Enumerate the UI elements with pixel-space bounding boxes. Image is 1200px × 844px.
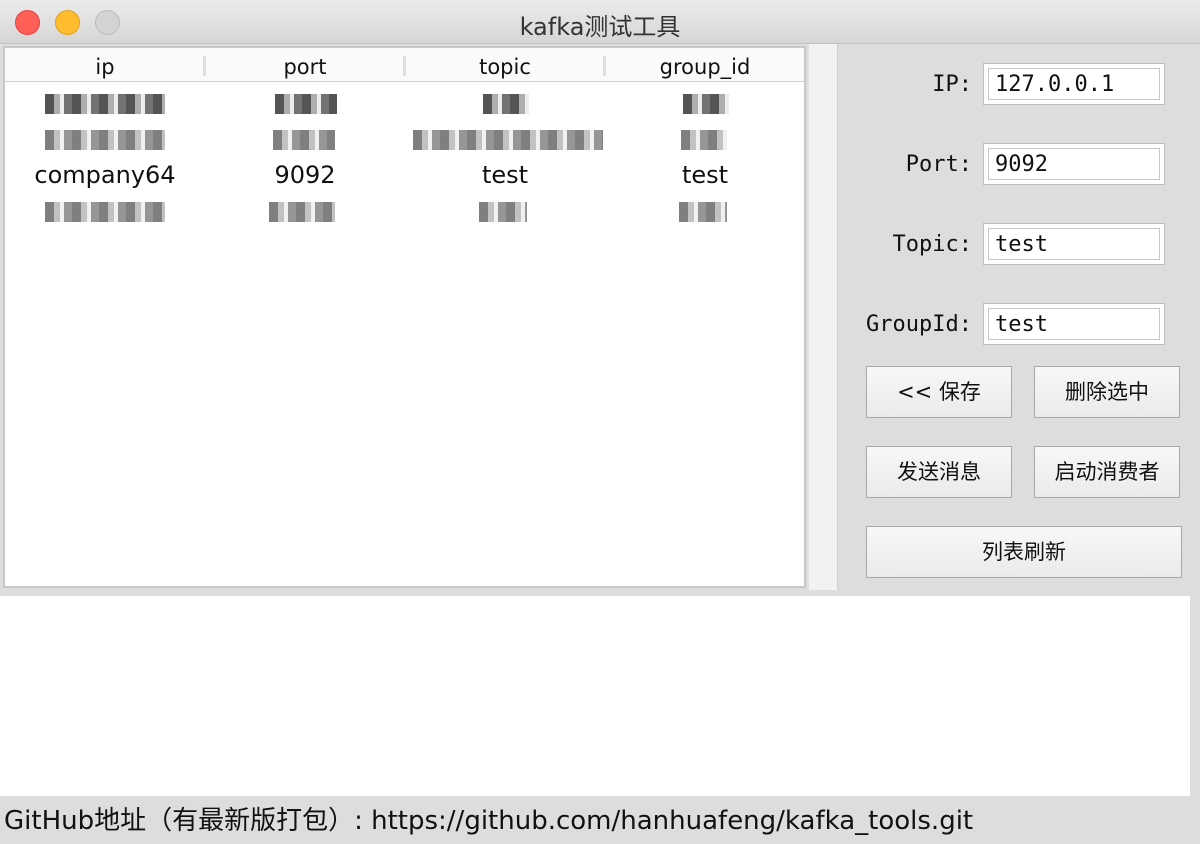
table-row[interactable] bbox=[5, 120, 804, 158]
redacted-cell bbox=[45, 94, 165, 114]
github-link-text: GitHub地址（有最新版打包）: https://github.com/han… bbox=[4, 806, 974, 836]
topic-label: Topic: bbox=[892, 232, 972, 257]
redacted-cell bbox=[679, 202, 727, 222]
table-row[interactable] bbox=[5, 84, 804, 122]
group-id-label: GroupId: bbox=[866, 312, 972, 337]
table-row[interactable]: company64 9092 test test bbox=[5, 156, 804, 194]
redacted-cell bbox=[413, 130, 603, 150]
redacted-cell bbox=[273, 130, 335, 150]
column-header-topic[interactable]: topic bbox=[405, 48, 605, 82]
window-title: kafka测试工具 bbox=[519, 13, 681, 41]
redacted-cell bbox=[269, 202, 335, 222]
ip-input[interactable] bbox=[988, 68, 1160, 100]
cell-group-id: test bbox=[681, 161, 729, 189]
port-field-frame bbox=[983, 143, 1165, 185]
redacted-cell bbox=[681, 130, 727, 150]
table-row[interactable] bbox=[5, 192, 804, 230]
topic-field-frame bbox=[983, 223, 1165, 265]
app-window: kafka测试工具 ip port topic group_id company… bbox=[0, 0, 1200, 844]
column-header-ip[interactable]: ip bbox=[5, 48, 205, 82]
send-message-button[interactable]: 发送消息 bbox=[866, 446, 1012, 498]
cell-topic: test bbox=[481, 161, 529, 189]
start-consumer-button[interactable]: 启动消费者 bbox=[1034, 446, 1180, 498]
column-header-port[interactable]: port bbox=[205, 48, 405, 82]
topic-input[interactable] bbox=[988, 228, 1160, 260]
redacted-cell bbox=[275, 94, 337, 114]
table-header: ip port topic group_id bbox=[5, 48, 804, 82]
group-id-field-frame bbox=[983, 303, 1165, 345]
redacted-cell bbox=[45, 130, 165, 150]
redacted-cell bbox=[683, 94, 729, 114]
redacted-cell bbox=[479, 202, 527, 222]
delete-selected-button[interactable]: 删除选中 bbox=[1034, 366, 1180, 418]
port-input[interactable] bbox=[988, 148, 1160, 180]
group-id-input[interactable] bbox=[988, 308, 1160, 340]
cell-port: 9092 bbox=[274, 161, 336, 189]
save-button[interactable]: << 保存 bbox=[866, 366, 1012, 418]
port-label: Port: bbox=[905, 152, 972, 177]
refresh-list-button[interactable]: 列表刷新 bbox=[866, 526, 1182, 578]
title-bar: kafka测试工具 bbox=[0, 0, 1200, 44]
log-output-area[interactable] bbox=[0, 596, 1190, 796]
redacted-cell bbox=[45, 202, 165, 222]
redacted-cell bbox=[483, 94, 529, 114]
ip-label: IP: bbox=[932, 72, 972, 97]
connection-table[interactable]: ip port topic group_id company64 9092 te… bbox=[3, 46, 806, 588]
cell-ip: company64 bbox=[34, 161, 176, 189]
column-header-group-id[interactable]: group_id bbox=[605, 48, 805, 82]
ip-field-frame bbox=[983, 63, 1165, 105]
